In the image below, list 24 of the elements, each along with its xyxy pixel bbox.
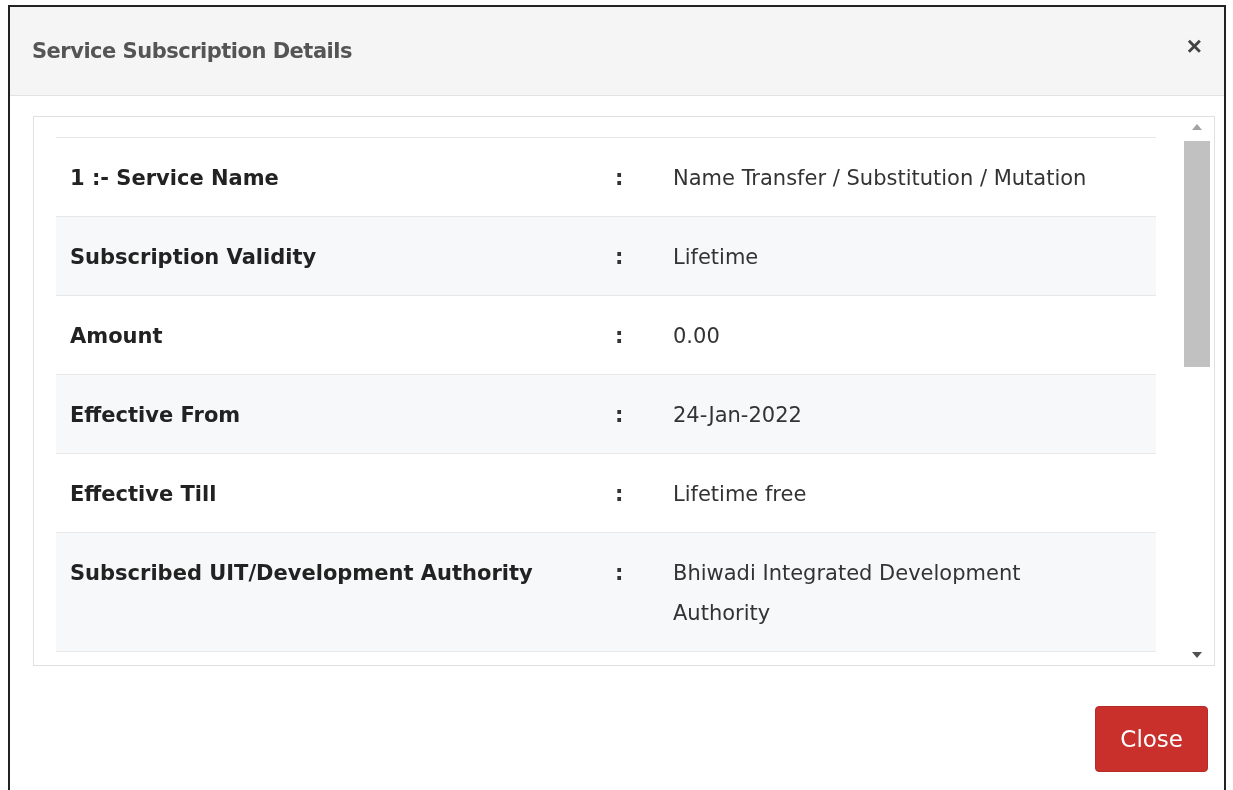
- separator: :: [615, 481, 625, 508]
- scroll-up-icon[interactable]: [1191, 123, 1203, 131]
- field-value: Bhiwadi Integrated Development Authority: [673, 560, 1022, 627]
- close-button[interactable]: Close: [1095, 706, 1208, 772]
- separator: :: [615, 244, 625, 271]
- scrollbar-thumb[interactable]: [1184, 141, 1210, 367]
- separator: :: [615, 323, 625, 350]
- field-value: 24-Jan-2022: [673, 402, 803, 429]
- field-label: Effective From: [70, 402, 242, 429]
- dialog-title: Service Subscription Details: [32, 39, 352, 63]
- separator: :: [615, 560, 625, 587]
- separator: :: [615, 402, 625, 429]
- field-label: Subscribed UIT/Development Authority: [70, 560, 534, 587]
- field-value: Name Transfer / Substitution / Mutation: [673, 165, 1088, 192]
- field-label: Amount: [70, 323, 164, 350]
- close-button[interactable]: ×: [1182, 30, 1206, 62]
- separator: :: [615, 165, 625, 192]
- field-label: Subscription Validity: [70, 244, 318, 271]
- field-label: 1 :- Service Name: [70, 165, 280, 192]
- field-value: Lifetime: [673, 244, 760, 271]
- field-label: Effective Till: [70, 481, 218, 508]
- field-value: Lifetime free: [673, 481, 808, 508]
- scroll-down-icon[interactable]: [1191, 651, 1203, 659]
- field-value: 0.00: [673, 323, 721, 350]
